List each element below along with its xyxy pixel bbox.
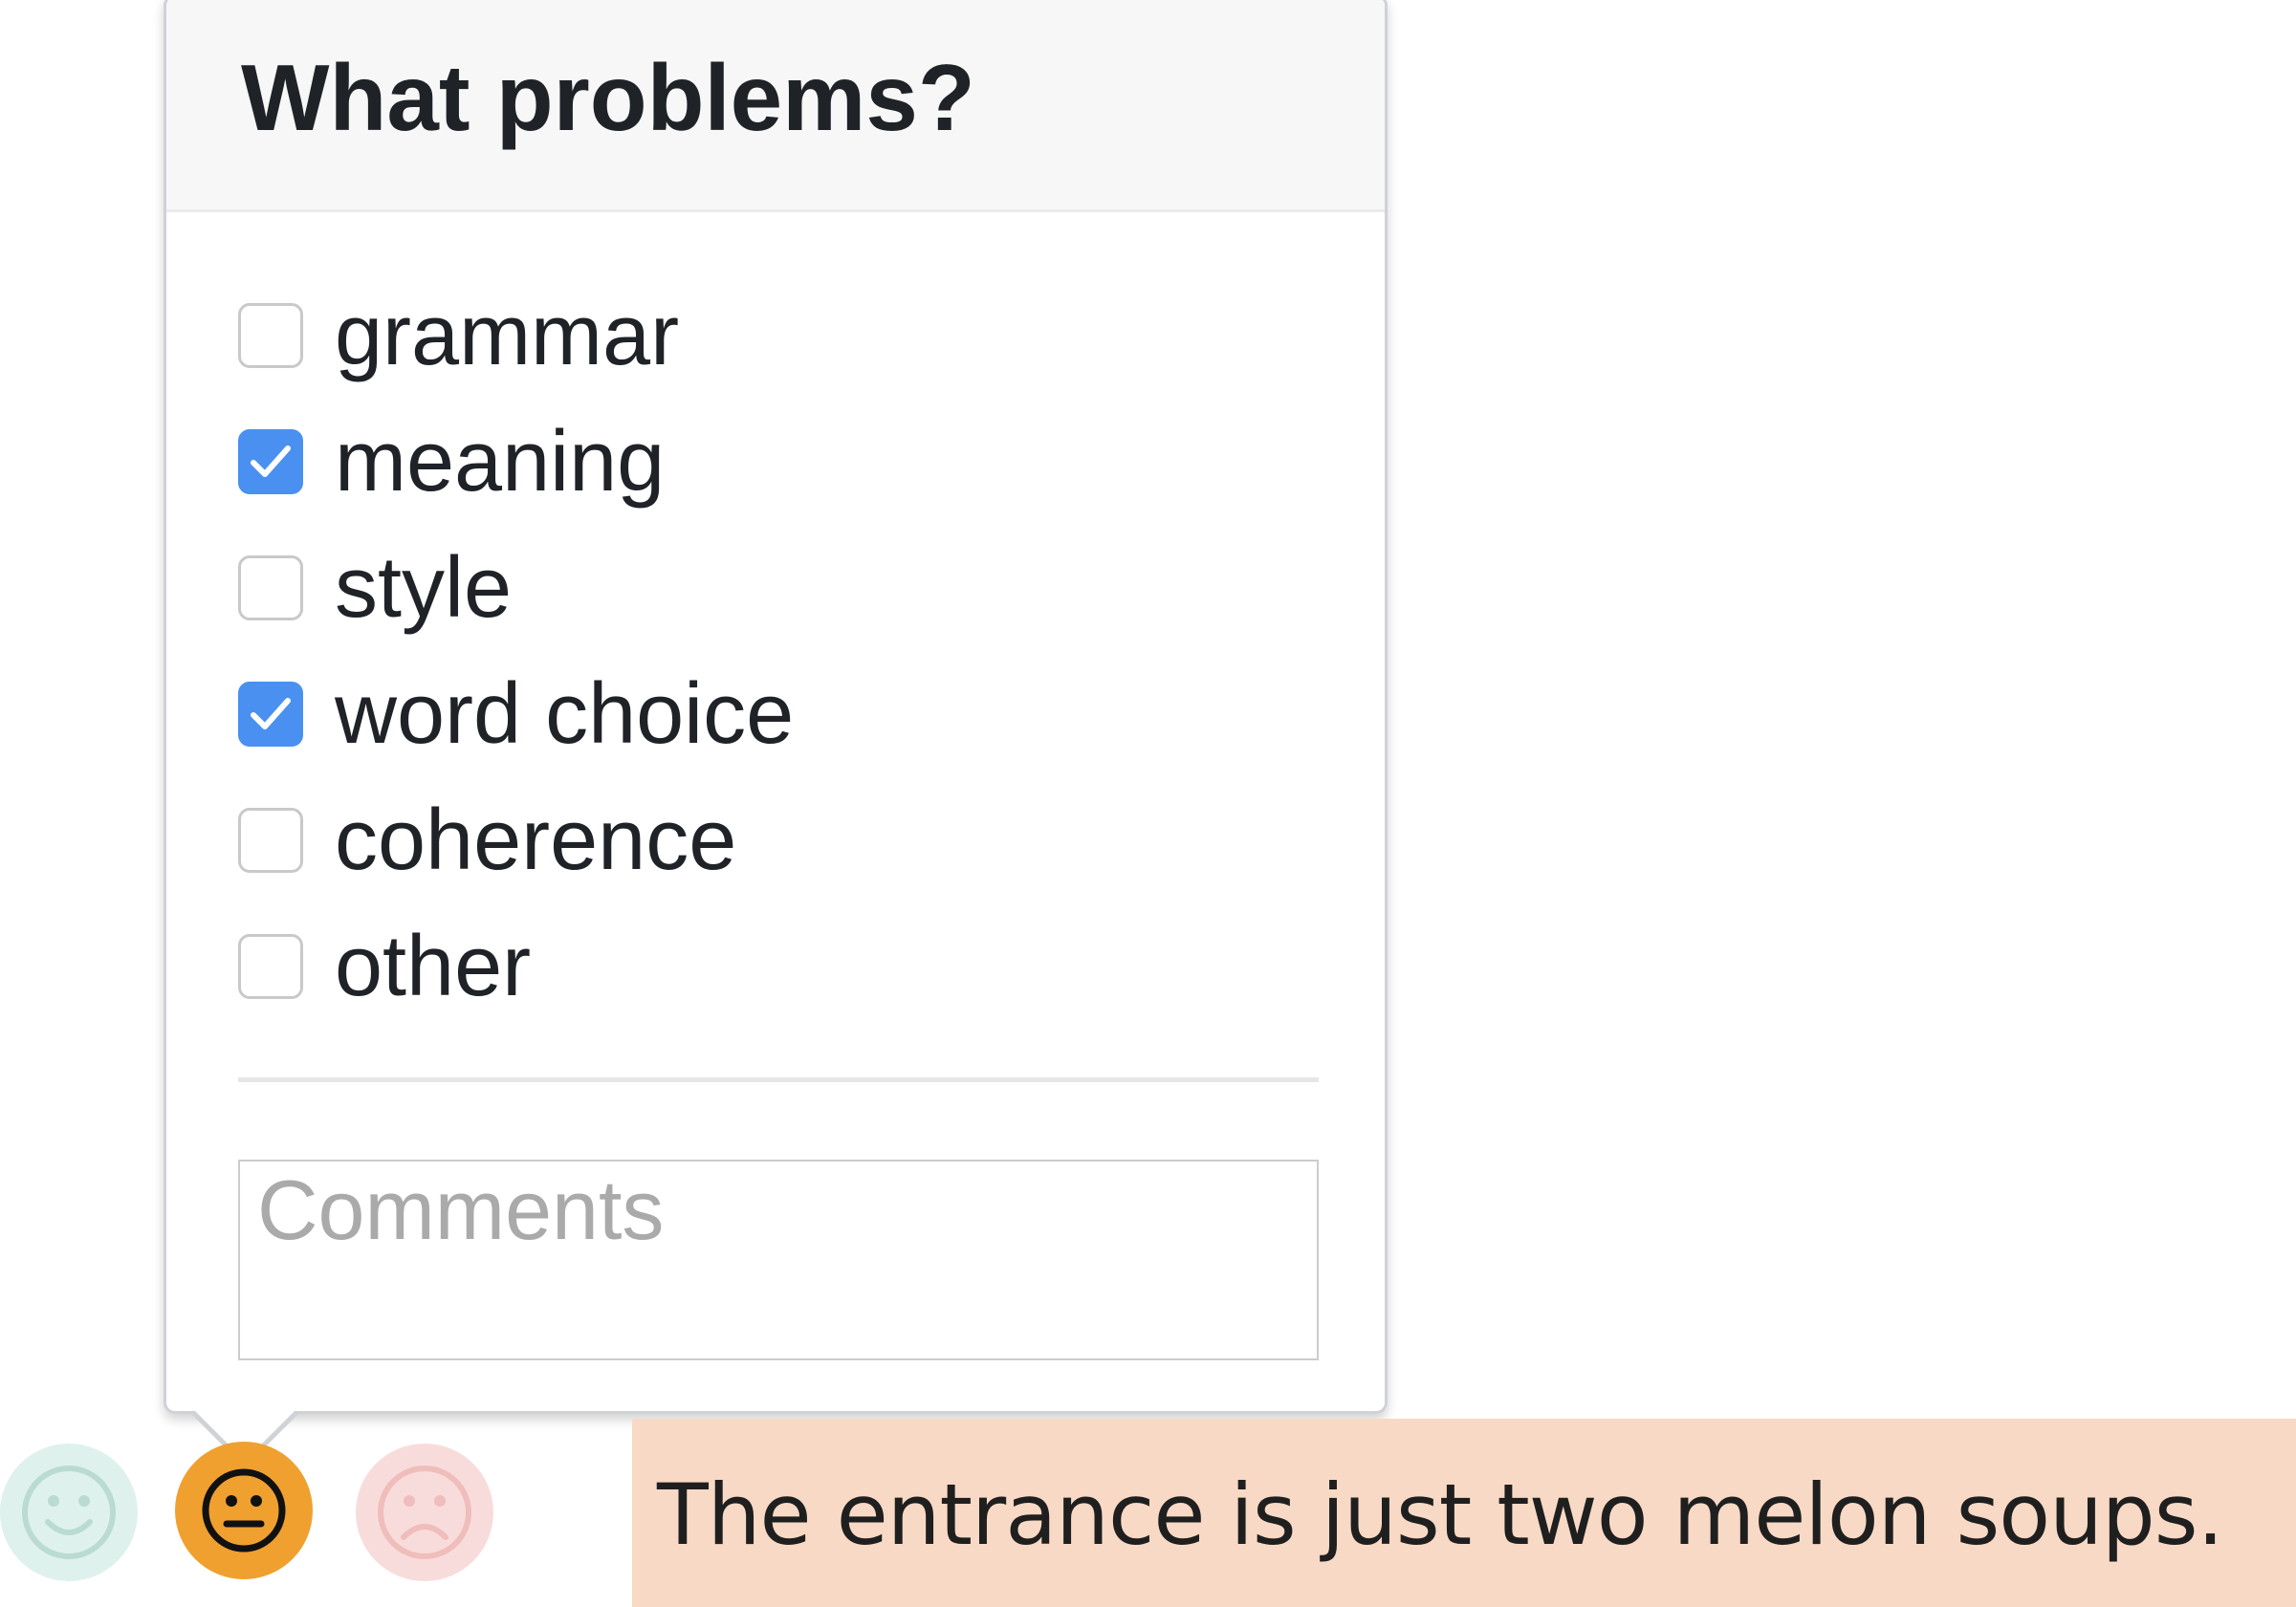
comments-field[interactable]: [238, 1160, 1319, 1360]
popover-header: What problems?: [166, 0, 1385, 212]
neutral-rating-button[interactable]: [175, 1442, 313, 1579]
translated-sentence: The entrance is just two melon soups.: [657, 1465, 2224, 1564]
smiley-face-icon: [22, 1466, 116, 1559]
frowning-face-icon: [378, 1466, 471, 1559]
option-label: coherence: [335, 793, 737, 888]
meaning-checkbox[interactable]: [238, 429, 303, 494]
popover-title: What problems?: [241, 45, 975, 150]
translation-rating-view: What problems? grammar meaning style wor…: [0, 0, 2296, 1607]
problems-popover: What problems? grammar meaning style wor…: [164, 0, 1388, 1414]
option-grammar[interactable]: grammar: [238, 272, 1328, 399]
option-word-choice[interactable]: word choice: [238, 651, 1328, 777]
sentence-highlight: The entrance is just two melon soups.: [632, 1419, 2296, 1607]
sad-rating-button[interactable]: [356, 1444, 493, 1581]
other-checkbox[interactable]: [238, 934, 303, 999]
option-label: grammar: [335, 288, 680, 383]
divider: [238, 1077, 1319, 1082]
coherence-checkbox[interactable]: [238, 808, 303, 873]
option-label: meaning: [335, 414, 666, 510]
problem-options: grammar meaning style word choice cohere…: [238, 272, 1328, 1030]
option-coherence[interactable]: coherence: [238, 777, 1328, 903]
option-meaning[interactable]: meaning: [238, 399, 1328, 525]
option-label: style: [335, 540, 513, 636]
style-checkbox[interactable]: [238, 555, 303, 620]
checkmark-icon: [251, 698, 291, 729]
happy-rating-button[interactable]: [0, 1444, 138, 1581]
checkmark-icon: [251, 445, 291, 477]
option-style[interactable]: style: [238, 525, 1328, 651]
option-label: other: [335, 919, 532, 1014]
word-choice-checkbox[interactable]: [238, 682, 303, 747]
option-other[interactable]: other: [238, 903, 1328, 1030]
option-label: word choice: [335, 666, 795, 762]
grammar-checkbox[interactable]: [238, 303, 303, 368]
neutral-face-icon: [202, 1468, 286, 1553]
